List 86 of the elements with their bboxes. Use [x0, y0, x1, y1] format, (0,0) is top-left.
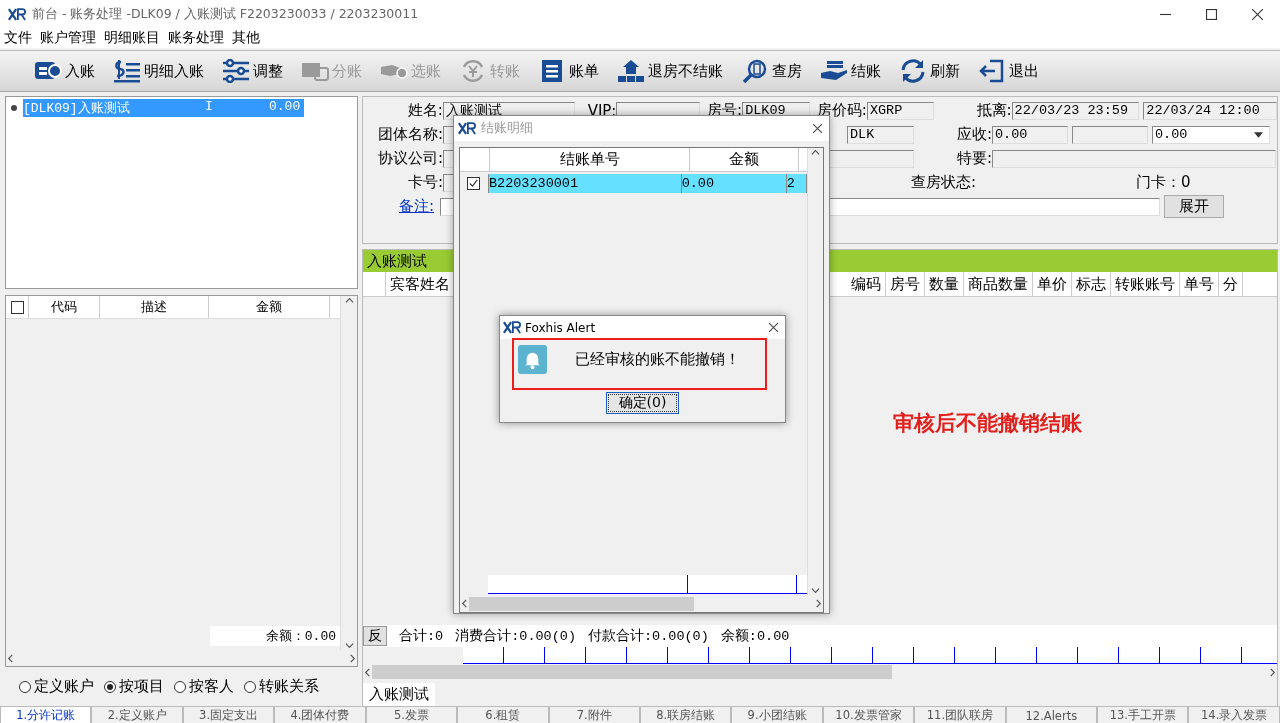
- column-header[interactable]: 房号: [886, 272, 925, 296]
- field-label: 姓名:: [406, 101, 443, 120]
- text-field[interactable]: DLK: [847, 125, 914, 144]
- radio-option[interactable]: 定义账户: [19, 677, 94, 696]
- column-header[interactable]: 描述: [100, 296, 209, 318]
- toolbar-button[interactable]: 刷新: [895, 57, 964, 85]
- tree-item-amount: 0.00: [269, 99, 302, 116]
- tab[interactable]: 4.团体付费: [274, 706, 366, 723]
- field-label: 团体名称:: [376, 125, 443, 144]
- toolbar-button[interactable]: 调整: [218, 57, 287, 85]
- column-header[interactable]: 金额: [690, 148, 799, 171]
- column-header[interactable]: 结账单号: [490, 148, 690, 171]
- radio-label: 定义账户: [34, 677, 94, 696]
- column-header[interactable]: 代码: [29, 296, 100, 318]
- radio-label: 转账关系: [259, 677, 319, 696]
- toolbar-button[interactable]: 账单: [534, 57, 603, 85]
- column-header[interactable]: 转账账号: [1111, 272, 1180, 296]
- column-header[interactable]: 编码: [847, 272, 886, 296]
- table-cell: 0.00: [681, 174, 787, 193]
- tab[interactable]: 11.团队联房: [914, 706, 1006, 723]
- tab[interactable]: 8.联房结账: [639, 706, 732, 723]
- reverse-button[interactable]: 反: [363, 626, 387, 646]
- radio-option[interactable]: 按客人: [174, 677, 234, 696]
- menu-item[interactable]: 账户管理: [40, 29, 96, 47]
- tab[interactable]: 10.发票管家: [822, 706, 915, 723]
- text-field[interactable]: 0.00: [992, 125, 1068, 144]
- radio-label: 按客人: [189, 677, 234, 696]
- field-label: 特要:: [955, 149, 992, 168]
- menu-item[interactable]: 账务处理: [168, 29, 224, 47]
- summary-text: 消费合计:0.00(0): [455, 627, 576, 645]
- menu-item[interactable]: 其他: [232, 29, 260, 47]
- sheet-tab[interactable]: 入账测试: [363, 683, 435, 706]
- status-letter-text: I: [205, 99, 214, 116]
- alert-message: 已经审核的账不能撤销！: [575, 349, 740, 369]
- tab[interactable]: 13.手工开票: [1097, 706, 1189, 723]
- toolbar-button[interactable]: 结账: [816, 57, 885, 85]
- expand-button[interactable]: 展开: [1164, 195, 1225, 218]
- column-header[interactable]: 数量: [925, 272, 964, 296]
- summary-text: 付款合计:0.00(0): [588, 627, 709, 645]
- ok-button[interactable]: 确定(0): [605, 392, 680, 414]
- menu-item[interactable]: 明细账目: [104, 29, 160, 47]
- toolbar-button[interactable]: 查房: [737, 57, 806, 85]
- text-field[interactable]: 22/03/23 23:59: [1011, 101, 1140, 120]
- radio-label: 按项目: [119, 677, 164, 696]
- toolbar-button[interactable]: 退房不结账: [613, 57, 727, 85]
- column-header[interactable]: 分: [1219, 272, 1243, 296]
- column-header[interactable]: 单号: [1180, 272, 1219, 296]
- tree-item-label: [DLK09]入账测试: [23, 100, 131, 117]
- tab[interactable]: 5.发票: [365, 706, 458, 723]
- column-header[interactable]: 单价: [1033, 272, 1072, 296]
- text-field[interactable]: 22/03/24 12:00: [1143, 101, 1277, 120]
- alert-title: Foxhis Alert: [525, 320, 597, 335]
- table-row[interactable]: B2203230001 0.00 2: [460, 174, 807, 193]
- column-header[interactable]: 商品数量: [964, 272, 1033, 296]
- toolbar-button[interactable]: 退出: [974, 57, 1043, 85]
- remark-link[interactable]: 备注:: [399, 197, 435, 216]
- text-field[interactable]: XGRP: [866, 101, 934, 120]
- table-cell: B2203230001: [488, 174, 682, 193]
- tab[interactable]: 1.分许记账: [0, 706, 92, 723]
- field-label: 协议公司:: [376, 149, 443, 168]
- summary-text: 余额:0.00: [720, 627, 790, 645]
- tab[interactable]: 6.租赁: [457, 706, 549, 723]
- column-header[interactable]: 金额: [209, 296, 330, 318]
- menu-item[interactable]: 文件: [4, 29, 32, 47]
- tab[interactable]: 12.Alerts: [1005, 706, 1098, 723]
- toolbar-button[interactable]: 明细入账: [109, 57, 208, 85]
- radio-option[interactable]: 按项目: [104, 677, 164, 696]
- balance-text: 余额：0.00: [210, 626, 340, 646]
- column-header[interactable]: 标志: [1072, 272, 1111, 296]
- door-card-text: 门卡：0: [1136, 173, 1191, 192]
- tab[interactable]: 2.定义账户: [91, 706, 183, 723]
- tab[interactable]: 3.固定支出: [182, 706, 275, 723]
- toolbar-button[interactable]: 入账: [30, 57, 99, 85]
- field-label: 抵离:: [975, 101, 1012, 120]
- summary-text: 合计:0: [399, 627, 444, 645]
- tab[interactable]: 9.小团结账: [731, 706, 823, 723]
- tab[interactable]: 7.附件: [548, 706, 640, 723]
- field-label: 应收:: [955, 125, 992, 144]
- window-title: 前台 - 账务处理 -DLK09 / 入账测试 F2203230033 / 2203230011: [32, 5, 420, 23]
- radio-option[interactable]: 转账关系: [244, 677, 319, 696]
- field-label: 卡号:: [406, 173, 443, 192]
- dialog-title: 结账明细: [481, 120, 534, 137]
- annotation-text: 审核后不能撤销结账: [893, 410, 1082, 437]
- tab[interactable]: 14.录入发票: [1188, 706, 1280, 723]
- inspection-status-label: 查房状态:: [911, 173, 977, 192]
- dropdown[interactable]: 0.00: [1152, 125, 1270, 144]
